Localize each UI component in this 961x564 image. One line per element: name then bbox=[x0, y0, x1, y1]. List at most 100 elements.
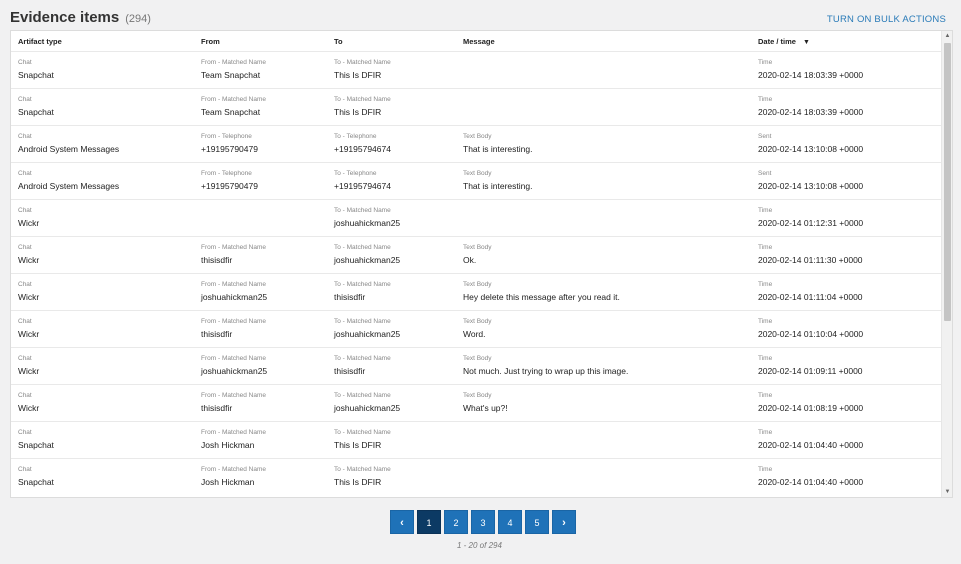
cell-from: From - Matched Name Josh Hickman bbox=[201, 428, 266, 451]
cell-to: To - Matched Name thisisdfir bbox=[334, 280, 391, 303]
cell-date-time-value: 2020-02-14 01:12:31 +0000 bbox=[758, 218, 864, 228]
table-row[interactable]: Chat Wickr From - Matched Name joshuahickma… bbox=[11, 273, 941, 310]
cell-from: From - Matched Name thisisdfir bbox=[201, 243, 266, 266]
cell-artifact-type: Chat Wickr bbox=[18, 354, 39, 377]
cell-artifact-type-value: Snapchat bbox=[18, 107, 54, 117]
cell-to-value: +19195794674 bbox=[334, 181, 391, 191]
cell-to-value: joshuahickman25 bbox=[334, 329, 401, 339]
scroll-up-icon[interactable]: ▲ bbox=[942, 31, 952, 41]
page-button-2[interactable]: 2 bbox=[444, 510, 468, 534]
table-row[interactable]: Chat Snapchat From - Matched Name Team Snap… bbox=[11, 51, 941, 88]
scroll-down-icon[interactable]: ▼ bbox=[942, 487, 952, 497]
cell-artifact-type: Chat Wickr bbox=[18, 317, 39, 340]
cell-date-time: Time 2020-02-14 01:12:31 +0000 bbox=[758, 206, 863, 229]
cell-message-label: Text Body bbox=[463, 281, 492, 288]
evidence-table: Artifact type From To Message Date / tim… bbox=[10, 30, 953, 498]
page-button-1[interactable]: 1 bbox=[417, 510, 441, 534]
cell-message: Text Body Not much. Just trying to wrap u… bbox=[463, 354, 628, 377]
cell-artifact-type-value: Wickr bbox=[18, 255, 40, 265]
cell-date-time: Time 2020-02-14 01:04:40 +0000 bbox=[758, 465, 863, 488]
cell-date-time: Time 2020-02-14 01:04:40 +0000 bbox=[758, 428, 863, 451]
table-row[interactable]: Chat Snapchat From - Matched Name Josh Hick… bbox=[11, 421, 941, 458]
cell-artifact-type-value: Android System Messages bbox=[18, 144, 120, 154]
table-row[interactable]: Chat Wickr To - Matched Name joshuahickman2… bbox=[11, 199, 941, 236]
cell-date-time-value: 2020-02-14 01:04:40 +0000 bbox=[758, 440, 864, 450]
cell-to: To - Matched Name This Is DFIR bbox=[334, 58, 391, 81]
cell-to-value: joshuahickman25 bbox=[334, 255, 401, 265]
table-row[interactable]: Chat Snapchat From - Matched Name Team Snap… bbox=[11, 88, 941, 125]
column-header-date-time[interactable]: Date / time ▼ bbox=[758, 37, 810, 46]
cell-date-time-label: Time bbox=[758, 429, 773, 436]
bulk-actions-link[interactable]: TURN ON BULK ACTIONS bbox=[827, 14, 946, 25]
cell-from-value: +19195790479 bbox=[201, 144, 258, 154]
column-header-message[interactable]: Message bbox=[463, 37, 495, 46]
cell-to-label: To - Telephone bbox=[334, 133, 377, 140]
column-header-artifact-type[interactable]: Artifact type bbox=[18, 37, 62, 46]
cell-from-label: From - Matched Name bbox=[201, 466, 267, 473]
cell-to-value: This Is DFIR bbox=[334, 477, 382, 487]
cell-date-time-label: Time bbox=[758, 96, 773, 103]
table-row[interactable]: Chat Wickr From - Matched Name thisisdfir To… bbox=[11, 384, 941, 421]
cell-artifact-type: Chat Wickr bbox=[18, 206, 39, 229]
cell-date-time-label: Time bbox=[758, 244, 773, 251]
cell-to: To - Matched Name joshuahickman25 bbox=[334, 206, 400, 229]
table-header: Artifact type From To Message Date / tim… bbox=[11, 31, 941, 51]
cell-to: To - Matched Name This Is DFIR bbox=[334, 428, 391, 451]
cell-date-time-label: Time bbox=[758, 281, 773, 288]
cell-from-label: From - Matched Name bbox=[201, 392, 267, 399]
cell-to: To - Matched Name thisisdfir bbox=[334, 354, 391, 377]
page-button-3[interactable]: 3 bbox=[471, 510, 495, 534]
cell-artifact-type: Chat Snapchat bbox=[18, 95, 54, 118]
cell-date-time: Time 2020-02-14 01:08:19 +0000 bbox=[758, 391, 863, 414]
cell-from: From - Matched Name Team Snapchat bbox=[201, 95, 266, 118]
cell-artifact-type: Chat Android System Messages bbox=[18, 169, 119, 192]
cell-message-value: Word. bbox=[463, 329, 486, 339]
table-row[interactable]: Chat Wickr From - Matched Name thisisdfir To… bbox=[11, 236, 941, 273]
cell-to-label: To - Matched Name bbox=[334, 466, 391, 473]
vertical-scrollbar[interactable]: ▲ ▼ bbox=[941, 31, 952, 497]
scrollbar-thumb[interactable] bbox=[944, 43, 951, 321]
column-header-to[interactable]: To bbox=[334, 37, 343, 46]
cell-artifact-type: Chat Wickr bbox=[18, 243, 39, 266]
cell-from-value: thisisdfir bbox=[201, 403, 233, 413]
cell-date-time: Sent 2020-02-14 13:10:08 +0000 bbox=[758, 132, 863, 155]
cell-to-value: This Is DFIR bbox=[334, 107, 382, 117]
table-row[interactable]: Chat Android System Messages From - Teleph… bbox=[11, 162, 941, 199]
page-button-4[interactable]: 4 bbox=[498, 510, 522, 534]
cell-from: From - Matched Name thisisdfir bbox=[201, 317, 266, 340]
cell-to-label: To - Matched Name bbox=[334, 96, 391, 103]
cell-message-label: Text Body bbox=[463, 244, 492, 251]
pagination: ‹ 1 2 3 4 5 › bbox=[390, 510, 576, 534]
cell-artifact-type-value: Snapchat bbox=[18, 440, 54, 450]
cell-artifact-type-label: Chat bbox=[18, 281, 32, 288]
sort-down-icon[interactable]: ▼ bbox=[803, 39, 810, 46]
table-row[interactable]: Chat Snapchat From - Matched Name Josh Hick… bbox=[11, 458, 941, 495]
cell-to-label: To - Matched Name bbox=[334, 207, 391, 214]
cell-date-time: Time 2020-02-14 01:09:11 +0000 bbox=[758, 354, 863, 377]
item-count: (294) bbox=[125, 13, 151, 25]
cell-artifact-type: Chat Snapchat bbox=[18, 428, 54, 451]
column-header-from[interactable]: From bbox=[201, 37, 220, 46]
table-row[interactable]: Chat Wickr From - Matched Name thisisdfir To… bbox=[11, 310, 941, 347]
page-title-text: Evidence items bbox=[10, 9, 120, 26]
cell-from-value: Josh Hickman bbox=[201, 477, 255, 487]
cell-date-time-value: 2020-02-14 18:03:39 +0000 bbox=[758, 70, 864, 80]
cell-from-label: From - Matched Name bbox=[201, 244, 267, 251]
cell-from-value: joshuahickman25 bbox=[201, 366, 268, 376]
table-row[interactable]: Chat Wickr From - Matched Name joshuahickma… bbox=[11, 347, 941, 384]
prev-page-icon[interactable]: ‹ bbox=[390, 510, 414, 534]
cell-artifact-type-value: Wickr bbox=[18, 218, 40, 228]
next-page-icon[interactable]: › bbox=[552, 510, 576, 534]
cell-from: From - Matched Name thisisdfir bbox=[201, 391, 266, 414]
cell-message: Text Body Ok. bbox=[463, 243, 492, 266]
page-button-5[interactable]: 5 bbox=[525, 510, 549, 534]
cell-artifact-type-label: Chat bbox=[18, 96, 32, 103]
table-row[interactable]: Chat Android System Messages From - Teleph… bbox=[11, 125, 941, 162]
cell-from: From - Telephone +19195790479 bbox=[201, 169, 258, 192]
cell-artifact-type: Chat Android System Messages bbox=[18, 132, 119, 155]
cell-from-value: +19195790479 bbox=[201, 181, 258, 191]
cell-from-label: From - Telephone bbox=[201, 133, 252, 140]
cell-artifact-type-value: Wickr bbox=[18, 329, 40, 339]
cell-message-value: That is interesting. bbox=[463, 144, 533, 154]
cell-from-value: thisisdfir bbox=[201, 255, 233, 265]
